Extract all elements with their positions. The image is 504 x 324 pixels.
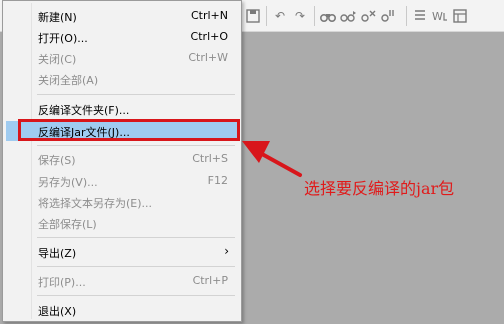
menu-item-label: 保存(S) [38,154,76,167]
menu-item-label: 关闭全部(A) [38,74,99,87]
menu-item-print[interactable]: 打印(P)... Ctrl+P [6,271,238,291]
undo-icon[interactable]: ↶ [271,7,289,25]
menu-item-shortcut: F12 [207,174,228,187]
menu-item-shortcut: Ctrl+S [192,152,228,165]
menu-item-label: 另存为(V)... [38,176,98,189]
menu-item-label: 关闭(C) [38,53,77,66]
redo-icon[interactable]: ↷ [291,7,309,25]
menu-separator [37,295,235,296]
toolbar-separator [406,6,407,26]
menu-item-decompile-folder[interactable]: 反编译文件夹(F)... [6,99,238,119]
file-menu: 新建(N) Ctrl+N 打开(O)... Ctrl+O 关闭(C) Ctrl+… [2,0,242,322]
menu-item-save[interactable]: 保存(S) Ctrl+S [6,149,238,169]
menu-separator [37,266,235,267]
replace-all-icon[interactable] [379,7,397,25]
menu-item-save-selection-as[interactable]: 将选择文本另存为(E)... [6,192,238,212]
menu-item-label: 新建(N) [38,11,77,24]
svg-text:W: W [432,10,443,23]
menu-item-save-as[interactable]: 另存为(V)... F12 [6,171,238,191]
menu-item-new[interactable]: 新建(N) Ctrl+N [6,6,238,26]
menu-separator [37,237,235,238]
toolbar-separator [314,6,315,26]
menu-item-save-all[interactable]: 全部保存(L) [6,213,238,233]
annotation-highlight-box [18,119,240,141]
menu-item-label: 全部保存(L) [38,218,97,231]
word-wrap-icon[interactable]: W [431,7,449,25]
toolbar-separator [266,6,267,26]
toolbar-group-view: W [411,6,471,26]
toolbar-group-search [319,6,399,26]
format-icon[interactable] [411,7,429,25]
menu-item-label: 打印(P)... [38,276,86,289]
save-icon[interactable] [244,7,262,25]
menu-separator [37,145,235,146]
menu-item-export[interactable]: 导出(Z) › [6,242,238,262]
view-icon[interactable] [451,7,469,25]
menu-item-shortcut: Ctrl+P [192,274,228,287]
menu-item-shortcut: Ctrl+N [190,9,228,22]
menu-item-label: 打开(O)... [38,32,88,45]
menu-separator [37,94,235,95]
toolbar-group-file [244,6,264,26]
menu-item-shortcut: Ctrl+O [190,30,228,43]
find-icon[interactable] [319,7,337,25]
menu-item-close[interactable]: 关闭(C) Ctrl+W [6,48,238,68]
replace-icon[interactable] [359,7,377,25]
annotation-callout-text: 选择要反编译的jar包 [304,179,455,198]
toolbar-group-edit: ↶ ↷ [271,6,311,26]
menu-item-label: 反编译文件夹(F)... [38,104,130,117]
menu-item-shortcut: Ctrl+W [188,51,228,64]
menu-item-open[interactable]: 打开(O)... Ctrl+O [6,27,238,47]
menu-item-close-all[interactable]: 关闭全部(A) [6,69,238,89]
menu-item-label: 退出(X) [38,305,77,318]
find-next-icon[interactable] [339,7,357,25]
menu-item-exit[interactable]: 退出(X) [6,300,238,320]
menu-item-label: 将选择文本另存为(E)... [38,197,153,210]
menu-item-label: 导出(Z) [38,247,77,260]
chevron-right-icon: › [224,244,229,258]
